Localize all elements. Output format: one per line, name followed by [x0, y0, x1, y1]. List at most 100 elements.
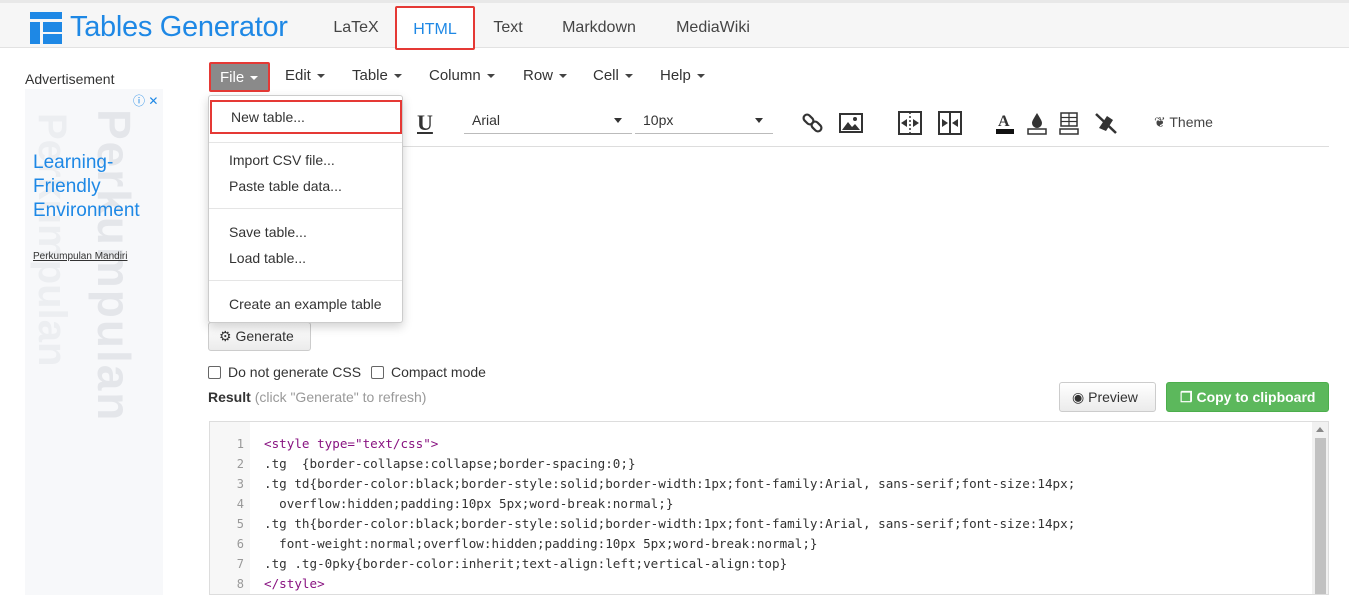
menu-help[interactable]: Help [652, 62, 713, 92]
table-logo-icon [30, 11, 62, 44]
menu-item-import-csv[interactable]: Import CSV file... [229, 152, 335, 168]
leaf-icon: ❦ [1154, 114, 1166, 130]
gears-icon: ⚙ [219, 328, 232, 344]
line-number: 4 [236, 497, 244, 511]
menu-item-save-table[interactable]: Save table... [229, 224, 307, 240]
menu-item-load-table[interactable]: Load table... [229, 250, 306, 266]
code-line: <style type="text/css"> [264, 436, 439, 451]
app-title: Tables Generator [70, 11, 288, 43]
dropdown-arrow-icon [755, 118, 763, 123]
border-color-icon[interactable] [1056, 110, 1082, 136]
copy-to-clipboard-button[interactable]: ❐ Copy to clipboard [1166, 382, 1329, 412]
caret-down-icon [486, 74, 495, 79]
line-number: 5 [236, 517, 244, 531]
font-family-select[interactable]: Arial [464, 107, 632, 134]
caret-down-icon [393, 74, 402, 79]
scroll-up-icon[interactable] [1316, 427, 1324, 432]
editor-scrollbar[interactable] [1312, 422, 1328, 594]
merge-cells-icon[interactable] [897, 110, 923, 136]
ad-sponsor-link[interactable]: Perkumpulan Mandiri [33, 251, 128, 262]
image-icon[interactable] [838, 110, 864, 136]
menu-help-label: Help [660, 67, 691, 84]
menu-row-label: Row [523, 67, 554, 84]
menu-column-label: Column [429, 67, 481, 84]
eye-icon: ◉ [1072, 389, 1085, 405]
code-line: font-weight:normal;overflow:hidden;paddi… [264, 536, 818, 551]
code-editor[interactable]: 1 2 3 4 5 6 7 8 <style type="text/css"> … [209, 421, 1329, 595]
caret-down-icon [624, 74, 633, 79]
compact-mode-checkbox[interactable] [371, 366, 384, 379]
menu-table[interactable]: Table [344, 62, 410, 92]
clear-formatting-icon[interactable] [1093, 110, 1119, 136]
app-logo[interactable]: Tables Generator [30, 11, 288, 44]
caret-down-icon [559, 74, 568, 79]
link-icon[interactable] [800, 110, 826, 136]
preview-button[interactable]: ◉ Preview [1059, 382, 1156, 412]
menu-row[interactable]: Row [515, 62, 575, 92]
tab-mediawiki[interactable]: MediaWiki [662, 6, 764, 50]
menu-cell[interactable]: Cell [585, 62, 641, 92]
code-line: overflow:hidden;padding:10px 5px;word-br… [264, 496, 674, 511]
menu-item-create-example-table[interactable]: Create an example table [229, 296, 382, 312]
advertisement-label: Advertisement [25, 71, 115, 87]
code-line: .tg {border-collapse:collapse;border-spa… [264, 456, 636, 471]
ad-title[interactable]: Learning-Friendly Environment [33, 151, 161, 223]
menu-edit[interactable]: Edit [277, 62, 333, 92]
svg-text:A: A [998, 113, 1010, 130]
file-dropdown-menu: New table... Import CSV file... Paste ta… [208, 95, 403, 323]
compact-mode-label: Compact mode [391, 364, 486, 380]
menu-divider [209, 208, 402, 209]
preview-label: Preview [1088, 389, 1138, 405]
dropdown-arrow-icon [614, 118, 622, 123]
no-css-label: Do not generate CSS [228, 364, 362, 380]
line-number: 8 [236, 577, 244, 591]
line-number: 6 [236, 537, 244, 551]
ad-info-close-icon[interactable]: ⓘ ✕ [133, 92, 158, 109]
split-cells-icon[interactable] [937, 110, 963, 136]
copy-label: Copy to clipboard [1196, 389, 1316, 405]
line-number: 2 [236, 457, 244, 471]
menu-file[interactable]: File [209, 62, 270, 92]
code-line: </style> [264, 576, 325, 591]
line-number: 7 [236, 557, 244, 571]
tab-html[interactable]: HTML [395, 6, 475, 50]
code-line: .tg th{border-color:black;border-style:s… [264, 516, 1076, 531]
menu-column[interactable]: Column [421, 62, 503, 92]
text-color-icon[interactable]: A [992, 110, 1018, 136]
code-line: .tg td{border-color:black;border-style:s… [264, 476, 1076, 491]
font-size-select[interactable]: 10px [635, 107, 773, 134]
menu-divider [209, 142, 402, 143]
background-color-icon[interactable] [1024, 110, 1050, 136]
no-css-checkbox[interactable] [208, 366, 221, 379]
theme-label: Theme [1169, 114, 1213, 130]
caret-down-icon [250, 76, 259, 81]
menu-item-new-table[interactable]: New table... [210, 100, 402, 134]
generate-button[interactable]: ⚙ Generate [208, 322, 311, 351]
font-family-value: Arial [472, 112, 501, 128]
caret-down-icon [316, 74, 325, 79]
underline-button[interactable]: U [417, 110, 433, 136]
tab-markdown[interactable]: Markdown [548, 6, 650, 50]
code-line: .tg .tg-0pky{border-color:inherit;text-a… [264, 556, 788, 571]
menu-cell-label: Cell [593, 67, 619, 84]
menu-edit-label: Edit [285, 67, 311, 84]
menu-item-paste-table-data[interactable]: Paste table data... [229, 178, 342, 194]
line-number: 1 [236, 437, 244, 451]
result-title: Result [208, 389, 251, 405]
menu-divider [209, 280, 402, 281]
result-label: Result (click "Generate" to refresh) [208, 389, 426, 405]
menu-file-label: File [220, 69, 245, 86]
font-size-value: 10px [643, 112, 674, 128]
advertisement-box[interactable]: Perkumpulan Perkumpulan ⓘ ✕ Learning-Fri… [25, 89, 163, 595]
tab-latex[interactable]: LaTeX [318, 6, 394, 50]
line-number: 3 [236, 477, 244, 491]
theme-button[interactable]: ❦ Theme [1154, 114, 1213, 131]
generate-label: Generate [235, 328, 294, 344]
scrollbar-thumb[interactable] [1315, 438, 1326, 594]
menu-table-label: Table [352, 67, 388, 84]
copy-icon: ❐ [1180, 389, 1193, 405]
top-navbar: Tables Generator LaTeX HTML Text Markdow… [0, 0, 1349, 50]
caret-down-icon [696, 74, 705, 79]
tab-text[interactable]: Text [478, 6, 538, 50]
result-hint: (click "Generate" to refresh) [254, 389, 427, 405]
